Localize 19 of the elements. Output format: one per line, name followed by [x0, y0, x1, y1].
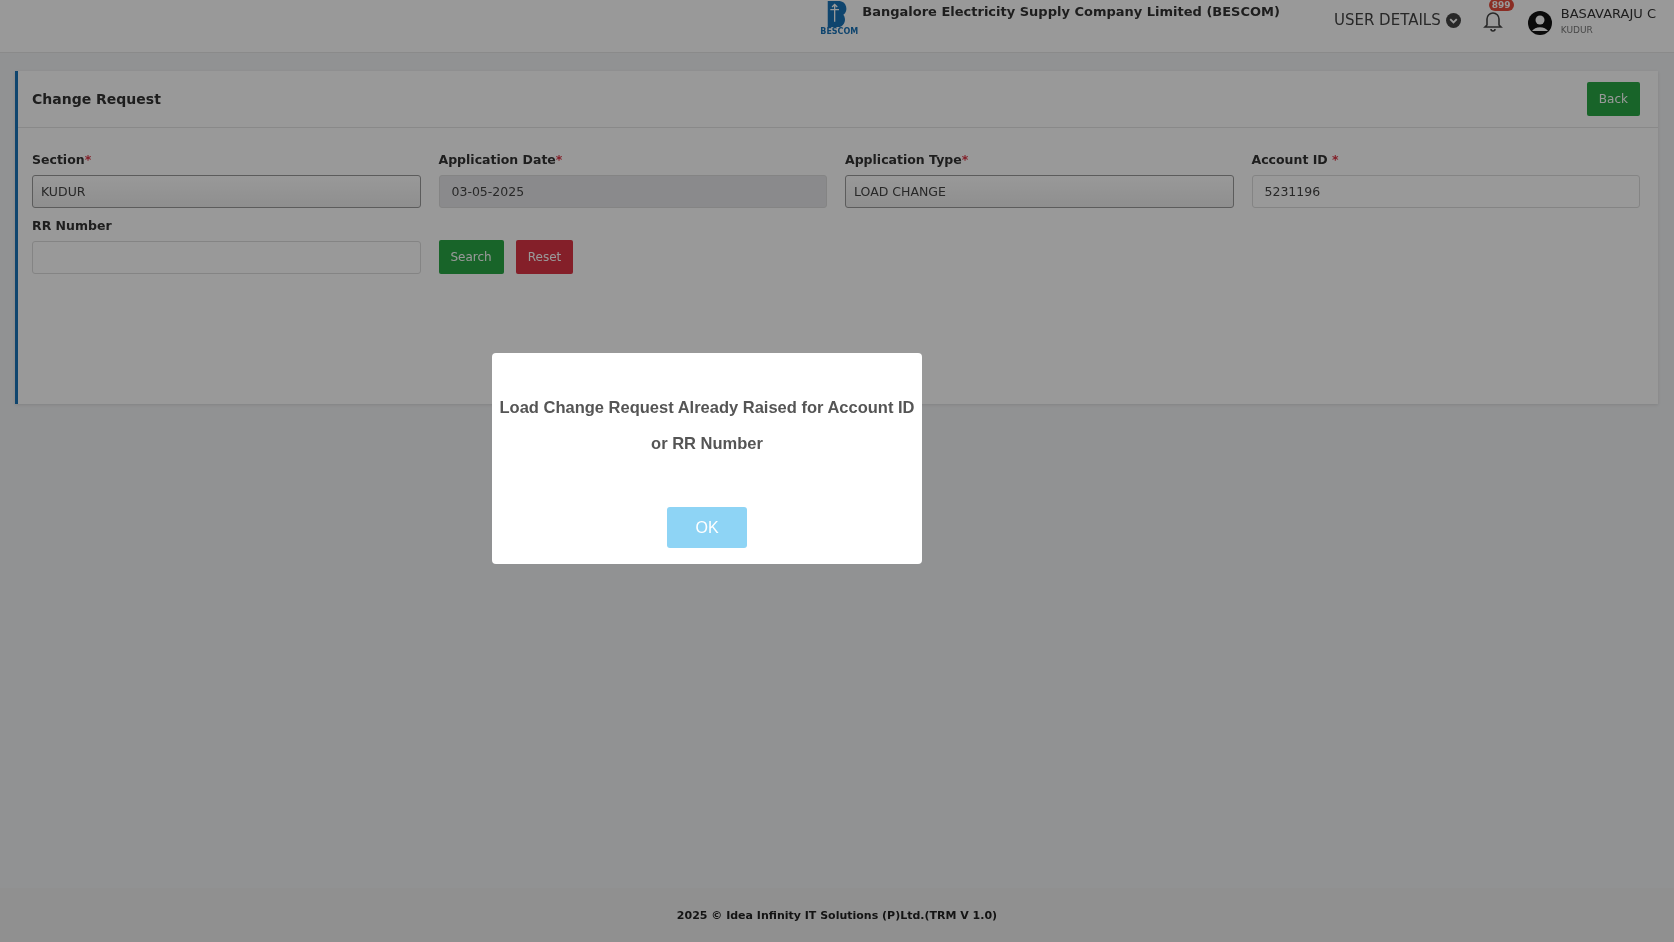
logo-caption: BESCOM: [820, 27, 859, 37]
dialog-message: Load Change Request Already Raised for Account ID or RR Number: [498, 397, 916, 454]
select-field[interactable]: LOAD CHANGE: [845, 175, 1234, 208]
search-button[interactable]: Search: [438, 240, 504, 274]
field-label: Application Date*: [438, 152, 564, 167]
back-button[interactable]: Back: [1586, 82, 1640, 116]
field-label: Account ID *: [1251, 152, 1340, 167]
user-name: BASAVARAJU C: [1560, 6, 1656, 21]
field-label: RR Number: [32, 218, 113, 233]
reset-button[interactable]: Reset: [515, 240, 574, 274]
input-field[interactable]: 5231196: [1251, 175, 1640, 208]
notification-badge: 899: [1488, 0, 1514, 11]
company-name: Bangalore Electricity Supply Company Limited (BESCOM): [862, 4, 1280, 19]
user-details-button[interactable]: USER DETAILS: [1333, 11, 1461, 29]
select-field[interactable]: KUDUR: [32, 175, 421, 208]
user-section: KUDUR: [1560, 25, 1656, 35]
field-label: Application Type*: [845, 152, 970, 167]
field-label: Section*: [32, 152, 93, 167]
card-title: Change Request: [32, 91, 161, 107]
